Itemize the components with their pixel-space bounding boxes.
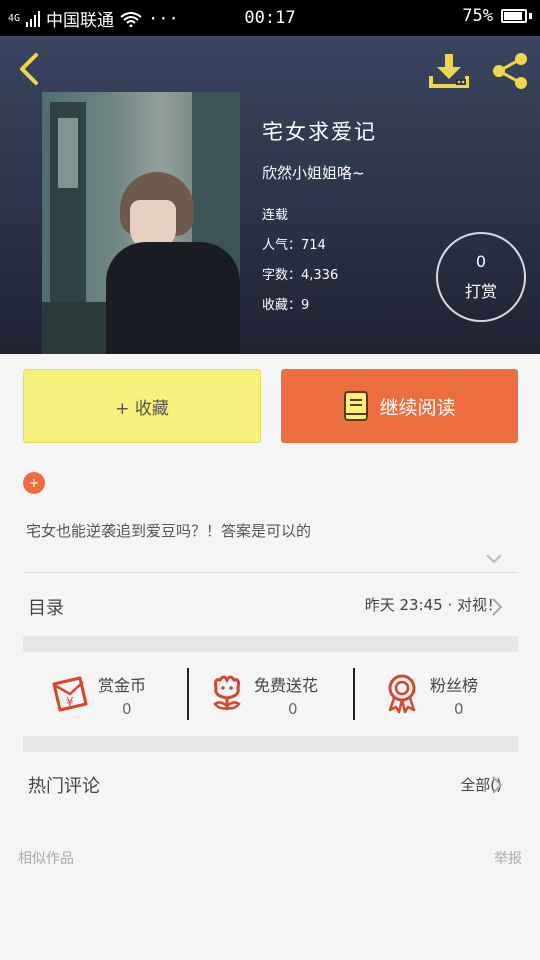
status-time: 00:17 bbox=[244, 8, 296, 28]
battery-icon bbox=[501, 9, 527, 23]
section-separator bbox=[23, 736, 518, 752]
cover-hoodie bbox=[106, 242, 240, 354]
book-word-count: 字数：4,336 bbox=[262, 268, 339, 283]
section-separator bbox=[23, 636, 518, 652]
stat-separator bbox=[353, 668, 355, 720]
continue-reading-button[interactable]: 继续阅读 bbox=[281, 369, 518, 443]
fan-ranking-stat[interactable]: 粉丝榜 0 bbox=[384, 668, 504, 724]
book-popularity: 人气：714 bbox=[262, 238, 326, 253]
toc-label: 目录 bbox=[28, 598, 64, 619]
medal-icon bbox=[388, 674, 416, 714]
reward-button[interactable]: 0 打赏 bbox=[436, 232, 526, 322]
book-header: 宅女求爱记 欣然小姐姐咯~ 连载 人气：714 字数：4,336 收藏：9 0 … bbox=[0, 36, 540, 354]
flower-icon bbox=[213, 675, 241, 710]
stat-label: 免费送花 bbox=[254, 676, 319, 695]
stat-label: 粉丝榜 bbox=[430, 676, 479, 695]
stat-value: 0 bbox=[122, 700, 132, 718]
send-flower-stat[interactable]: 免费送花 0 bbox=[206, 668, 346, 724]
collect-button[interactable]: + 收藏 bbox=[23, 369, 261, 443]
svg-text:¥: ¥ bbox=[66, 695, 74, 709]
chevron-right-icon bbox=[492, 776, 503, 794]
divider bbox=[23, 572, 518, 573]
collect-label: + 收藏 bbox=[115, 398, 169, 419]
status-right: 75% bbox=[462, 6, 532, 26]
hot-comments-label: 热门评论 bbox=[28, 776, 100, 797]
chevron-right-icon bbox=[492, 598, 503, 616]
back-arrow-icon[interactable] bbox=[14, 52, 48, 86]
stat-label: 赏金币 bbox=[98, 676, 147, 695]
stat-value: 0 bbox=[288, 700, 298, 718]
book-description: 宅女也能逆袭追到爱豆吗？！答案是可以的 bbox=[26, 522, 312, 540]
chevron-down-icon[interactable] bbox=[484, 548, 504, 568]
reward-label: 打赏 bbox=[464, 282, 497, 301]
download-icon[interactable] bbox=[428, 52, 470, 90]
book-cover-image[interactable] bbox=[42, 92, 240, 354]
similar-works-label: 相似作品 bbox=[18, 851, 74, 867]
report-link[interactable]: 举报 bbox=[494, 848, 522, 868]
add-tag-button[interactable]: + bbox=[23, 472, 45, 494]
latest-chapter: 昨天 23:45 · 对视！ bbox=[364, 596, 502, 614]
book-icon bbox=[344, 391, 369, 421]
book-status: 连载 bbox=[262, 208, 289, 223]
stat-separator bbox=[187, 668, 189, 720]
stat-value: 0 bbox=[454, 700, 464, 718]
reward-count: 0 bbox=[475, 252, 487, 271]
share-icon[interactable] bbox=[490, 52, 530, 90]
book-title: 宅女求爱记 bbox=[262, 120, 377, 144]
coin-reward-stat[interactable]: ¥ 赏金币 0 bbox=[50, 668, 180, 724]
battery-percent: 75% bbox=[462, 6, 493, 26]
book-favorites: 收藏：9 bbox=[262, 298, 310, 313]
continue-reading-label: 继续阅读 bbox=[379, 396, 456, 419]
red-envelope-icon: ¥ bbox=[52, 676, 88, 712]
book-author[interactable]: 欣然小姐姐咯~ bbox=[262, 162, 365, 183]
cover-window bbox=[58, 118, 78, 188]
battery-cap bbox=[529, 13, 532, 19]
status-bar: 4G 中国联通 ··· 00:17 75% bbox=[0, 0, 540, 36]
